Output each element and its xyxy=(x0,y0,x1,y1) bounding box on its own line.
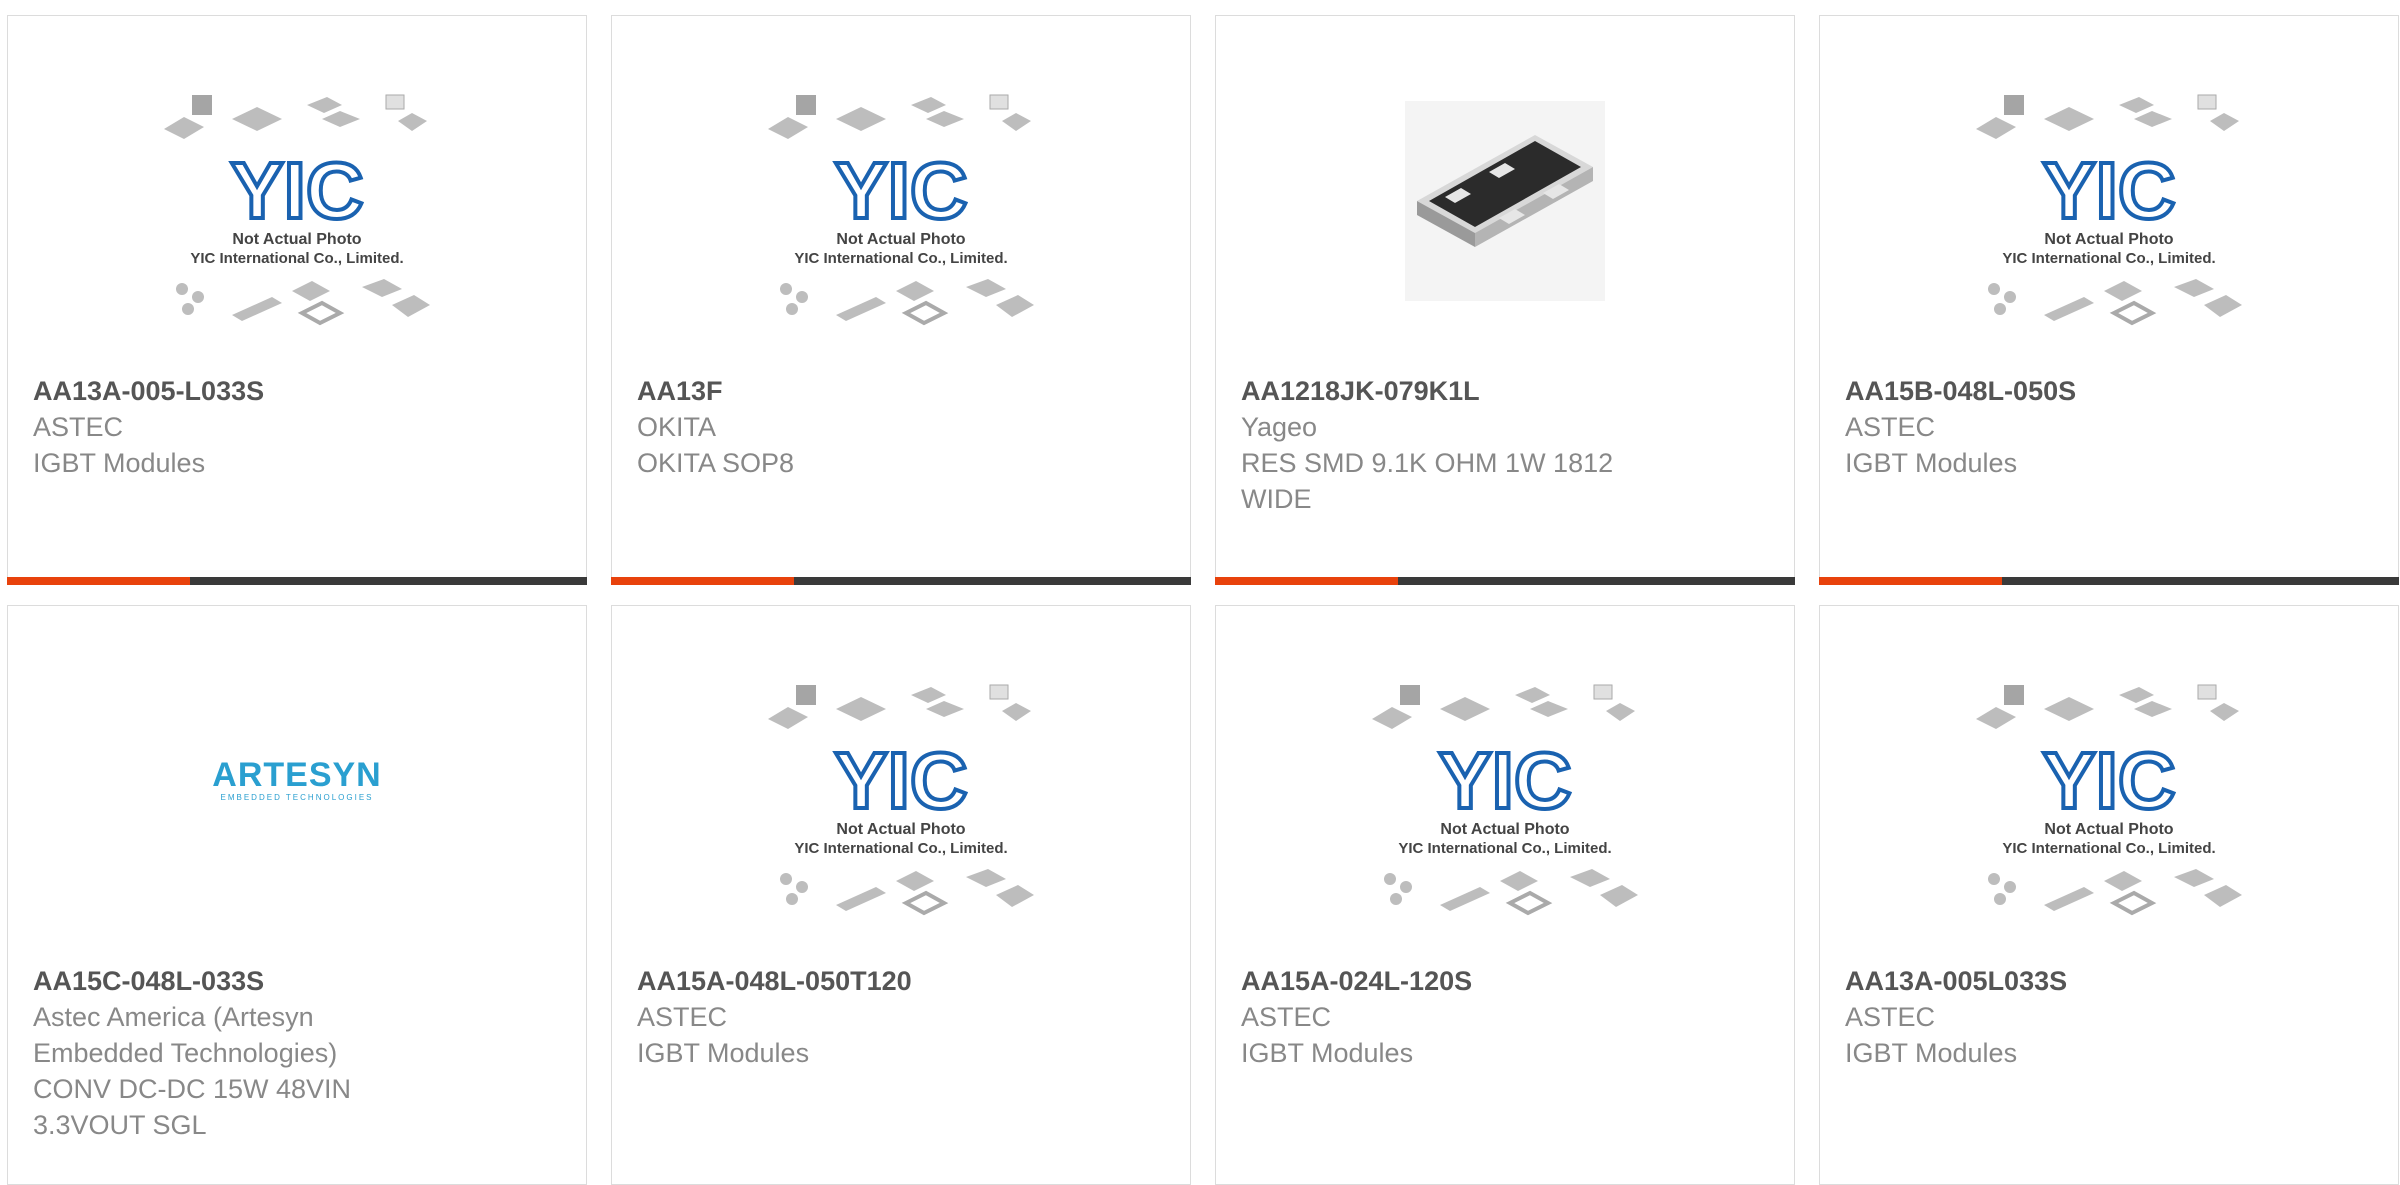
artesyn-logo-image: ARTESYN EMBEDDED TECHNOLOGIES xyxy=(212,756,381,802)
description: OKITA SOP8 xyxy=(637,448,795,478)
yic-logo: YIC xyxy=(834,146,967,235)
product-card[interactable]: ARTESYN EMBEDDED TECHNOLOGIES AA15C-048L… xyxy=(7,605,587,1185)
yic-logo: YIC xyxy=(2042,736,2175,825)
product-card[interactable]: AA1218JK-079K1L Yageo RES SMD 9.1K OHM 1… xyxy=(1215,15,1795,585)
manufacturer: ASTEC xyxy=(1845,412,1936,442)
manufacturer: Yageo xyxy=(1241,412,1318,442)
artesyn-brand: ARTESYN xyxy=(212,756,381,794)
product-card[interactable]: YIC Not Actual Photo YIC International C… xyxy=(1215,605,1795,1185)
part-number[interactable]: AA15A-024L-120S xyxy=(1241,963,1769,999)
not-actual-photo-image: YIC Not Actual Photo YIC International C… xyxy=(1976,684,2242,916)
product-card[interactable]: YIC Not Actual Photo YIC International C… xyxy=(1819,15,2399,585)
yic-logo: YIC xyxy=(2042,146,2175,235)
part-number[interactable]: AA1218JK-079K1L xyxy=(1241,373,1769,409)
product-grid: YIC Not Actual Photo YIC International C… xyxy=(0,0,2400,1185)
description: IGBT Modules xyxy=(1845,448,2018,478)
product-image-placeholder: YIC Not Actual Photo YIC International C… xyxy=(612,606,1190,946)
placeholder-line1: Not Actual Photo xyxy=(2044,821,2173,838)
product-card[interactable]: YIC Not Actual Photo YIC International C… xyxy=(1819,605,2399,1185)
description: IGBT Modules xyxy=(33,448,206,478)
manufacturer: ASTEC xyxy=(33,412,124,442)
product-card[interactable]: YIC Not Actual Photo YIC International C… xyxy=(611,15,1191,585)
description: IGBT Modules xyxy=(1241,1038,1414,1068)
card-bottom-bar xyxy=(611,577,1191,585)
placeholder-line2: YIC International Co., Limited. xyxy=(1398,840,1611,857)
placeholder-line1: Not Actual Photo xyxy=(836,821,965,838)
product-card[interactable]: YIC Not Actual Photo YIC International C… xyxy=(611,605,1191,1185)
card-bottom-bar xyxy=(1215,577,1795,585)
product-image xyxy=(1216,16,1794,356)
resistor-array-image xyxy=(1405,101,1605,301)
yic-logo: YIC xyxy=(1438,736,1571,825)
card-accent-bar xyxy=(7,577,190,585)
placeholder-line1: Not Actual Photo xyxy=(2044,231,2173,248)
description: CONV DC-DC 15W 48VIN 3.3VOUT SGL xyxy=(33,1074,352,1140)
description: RES SMD 9.1K OHM 1W 1812 WIDE xyxy=(1241,448,1614,514)
product-image: ARTESYN EMBEDDED TECHNOLOGIES xyxy=(8,606,586,946)
card-accent-bar xyxy=(611,577,794,585)
description: IGBT Modules xyxy=(1845,1038,2018,1068)
not-actual-photo-image: YIC Not Actual Photo YIC International C… xyxy=(768,94,1034,326)
card-accent-bar xyxy=(1215,577,1398,585)
manufacturer: ASTEC xyxy=(1241,1002,1332,1032)
placeholder-line2: YIC International Co., Limited. xyxy=(190,250,403,267)
part-number[interactable]: AA15A-048L-050T120 xyxy=(637,963,1165,999)
not-actual-photo-image: YIC Not Actual Photo YIC International C… xyxy=(164,94,430,326)
placeholder-line2: YIC International Co., Limited. xyxy=(794,250,1007,267)
part-number[interactable]: AA13F xyxy=(637,373,1165,409)
yic-logo: YIC xyxy=(834,736,967,825)
product-image-placeholder: YIC Not Actual Photo YIC International C… xyxy=(1820,606,2398,946)
not-actual-photo-image: YIC Not Actual Photo YIC International C… xyxy=(768,684,1034,916)
manufacturer: ASTEC xyxy=(637,1002,728,1032)
card-accent-bar xyxy=(1819,577,2002,585)
part-number[interactable]: AA15B-048L-050S xyxy=(1845,373,2373,409)
part-number[interactable]: AA13A-005L033S xyxy=(1845,963,2373,999)
placeholder-line2: YIC International Co., Limited. xyxy=(794,840,1007,857)
placeholder-line2: YIC International Co., Limited. xyxy=(2002,840,2215,857)
manufacturer: Astec America (Artesyn Embedded Technolo… xyxy=(33,1002,338,1068)
placeholder-line1: Not Actual Photo xyxy=(1440,821,1569,838)
not-actual-photo-image: YIC Not Actual Photo YIC International C… xyxy=(1372,684,1638,916)
yic-logo: YIC xyxy=(230,146,363,235)
manufacturer: ASTEC xyxy=(1845,1002,1936,1032)
placeholder-line2: YIC International Co., Limited. xyxy=(2002,250,2215,267)
manufacturer: OKITA xyxy=(637,412,717,442)
part-number[interactable]: AA13A-005-L033S xyxy=(33,373,561,409)
product-image-placeholder: YIC Not Actual Photo YIC International C… xyxy=(1820,16,2398,356)
product-image-placeholder: YIC Not Actual Photo YIC International C… xyxy=(1216,606,1794,946)
placeholder-line1: Not Actual Photo xyxy=(232,231,361,248)
product-card[interactable]: YIC Not Actual Photo YIC International C… xyxy=(7,15,587,585)
product-image-placeholder: YIC Not Actual Photo YIC International C… xyxy=(612,16,1190,356)
not-actual-photo-image: YIC Not Actual Photo YIC International C… xyxy=(1976,94,2242,326)
description: IGBT Modules xyxy=(637,1038,810,1068)
card-bottom-bar xyxy=(7,577,587,585)
part-number[interactable]: AA15C-048L-033S xyxy=(33,963,561,999)
placeholder-line1: Not Actual Photo xyxy=(836,231,965,248)
artesyn-tagline: EMBEDDED TECHNOLOGIES xyxy=(221,793,374,802)
card-bottom-bar xyxy=(1819,577,2399,585)
product-image-placeholder: YIC Not Actual Photo YIC International C… xyxy=(8,16,586,356)
